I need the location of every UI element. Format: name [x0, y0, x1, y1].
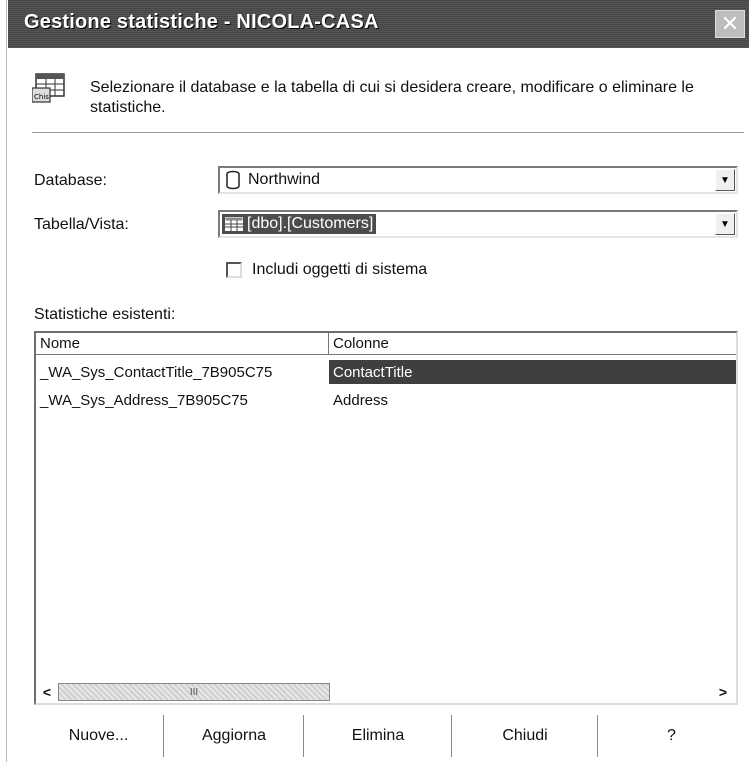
window-left-edge: [0, 0, 7, 762]
header-divider: [32, 132, 744, 134]
table-row[interactable]: _WA_Sys_ContactTitle_7B905C75 ContactTit…: [36, 360, 736, 384]
database-value: Northwind: [248, 171, 321, 188]
table-value: [dbo].[Customers]: [247, 215, 374, 232]
database-dropdown-arrow-icon[interactable]: ▼: [715, 169, 735, 191]
row-columns: Address: [333, 391, 389, 409]
column-header-columns[interactable]: Colonne: [329, 333, 736, 355]
svg-text:Chis: Chis: [34, 93, 49, 101]
row-name: _WA_Sys_Address_7B905C75: [40, 391, 248, 409]
refresh-button[interactable]: Aggiorna: [164, 715, 304, 757]
scroll-left-icon[interactable]: <: [38, 683, 56, 701]
include-system-objects-checkbox[interactable]: [226, 262, 242, 278]
table-icon: [225, 217, 243, 231]
database-dropdown[interactable]: Northwind ▼: [218, 166, 738, 194]
table-label: Tabella/Vista:: [34, 216, 129, 233]
table-row[interactable]: _WA_Sys_Address_7B905C75 Address: [36, 388, 736, 412]
scroll-right-icon[interactable]: >: [714, 683, 732, 701]
header-description: Selezionare il database e la tabella di …: [90, 79, 694, 116]
statistics-label: Statistiche esistenti:: [34, 306, 176, 323]
row-name: _WA_Sys_ContactTitle_7B905C75: [40, 363, 273, 381]
new-button[interactable]: Nuove...: [34, 715, 164, 757]
database-label: Database:: [34, 172, 107, 189]
include-system-objects-label[interactable]: Includi oggetti di sistema: [252, 261, 427, 279]
close-button[interactable]: Chiudi: [452, 715, 598, 757]
column-header-name[interactable]: Nome: [36, 333, 329, 355]
scroll-thumb[interactable]: III: [58, 683, 330, 701]
table-dropdown[interactable]: [dbo].[Customers] ▼: [218, 210, 738, 238]
help-button[interactable]: ?: [598, 715, 744, 757]
close-icon[interactable]: ✕: [715, 10, 745, 38]
button-bar: Nuove... Aggiorna Elimina Chiudi ?: [34, 715, 744, 757]
table-dropdown-arrow-icon[interactable]: ▼: [715, 213, 735, 235]
delete-button[interactable]: Elimina: [304, 715, 452, 757]
statistics-list[interactable]: Nome Colonne _WA_Sys_ContactTitle_7B905C…: [34, 331, 738, 705]
table-selected-value: [dbo].[Customers]: [222, 214, 377, 234]
row-columns: ContactTitle: [329, 360, 736, 384]
window-title: Gestione statistiche - NICOLA-CASA: [24, 11, 379, 33]
scroll-thumb-grip: III: [189, 686, 199, 698]
list-header: Nome Colonne: [36, 333, 736, 355]
horizontal-scrollbar[interactable]: < III >: [36, 681, 736, 703]
title-bar[interactable]: Gestione statistiche - NICOLA-CASA ✕: [8, 0, 749, 48]
database-icon: [226, 170, 240, 190]
statistics-table-icon: Chis: [32, 73, 65, 103]
